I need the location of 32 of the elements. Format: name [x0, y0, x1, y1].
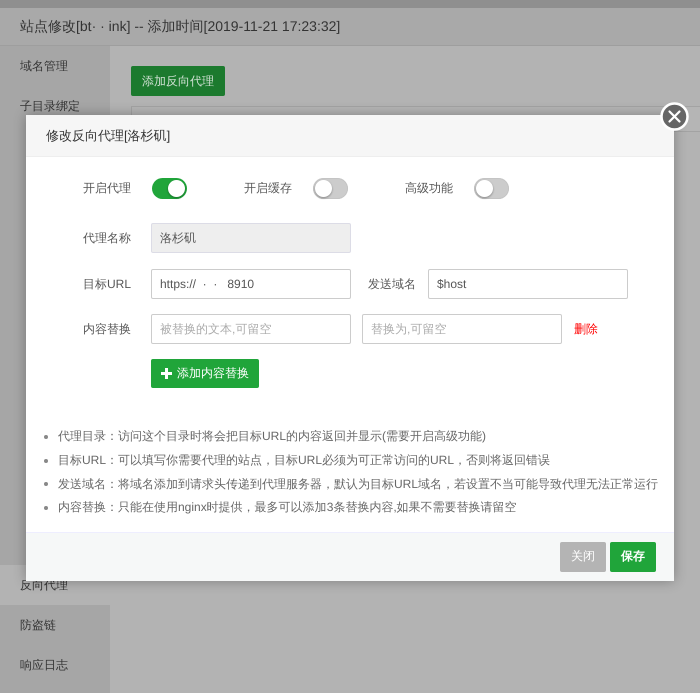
dialog-title: 修改反向代理[洛杉矶] [26, 115, 674, 157]
bullet-icon [44, 482, 48, 486]
input-field[interactable]: 被替换的文本,可留空 [151, 314, 351, 344]
add-replace-button[interactable]: 添加内容替换 [151, 359, 259, 388]
toggle-label: 开启缓存 [244, 180, 292, 196]
toggle-label: 开启代理 [83, 180, 131, 196]
plus-icon [161, 368, 172, 379]
toggle-label: 高级功能 [405, 180, 453, 196]
input-field[interactable]: $host [428, 269, 628, 299]
field-label: 发送域名 [368, 276, 416, 292]
window-title: 站点修改[bt· · ink] -- 添加时间[2019-11-21 17:23:32] [0, 8, 700, 46]
bullet-icon [44, 434, 48, 439]
field-label: 代理名称 [82, 230, 131, 246]
sidebar-item[interactable]: 域名管理 [0, 46, 110, 86]
toggle-switch[interactable] [474, 178, 509, 198]
save-button[interactable]: 保存 [610, 542, 656, 572]
help-note: 内容替换：只能在使用nginx时提供，最多可以添加3条替换内容,如果不需要替换请留空 [58, 499, 517, 516]
help-note: 代理目录：访问这个目录时将会把目标URL的内容返回并显示(需要开启高级功能) [58, 428, 486, 446]
help-note: 发送域名：将域名添加到请求头传递到代理服务器，默认为目标URL域名，若设置不当可能导致代理无法正常运行 [58, 476, 658, 493]
sidebar-item[interactable]: 响应日志 [0, 645, 110, 685]
bullet-icon [44, 506, 48, 510]
add-proxy-button[interactable]: 添加反向代理 [131, 66, 225, 96]
input-field[interactable]: https:// · · 8910 [151, 269, 351, 299]
delete-link[interactable]: 删除 [574, 320, 598, 338]
toggle-switch[interactable] [313, 178, 348, 198]
bullet-icon [44, 458, 48, 463]
sidebar-item[interactable]: 防盗链 [0, 605, 110, 645]
toggle-switch[interactable] [152, 178, 187, 198]
input-field[interactable]: 替换为,可留空 [362, 314, 562, 344]
help-note: 目标URL：可以填写你需要代理的站点，目标URL必须为可正常访问的URL，否则将返回错误 [58, 452, 550, 470]
field-label: 内容替换 [82, 320, 131, 338]
field-label: 目标URL [82, 276, 131, 292]
